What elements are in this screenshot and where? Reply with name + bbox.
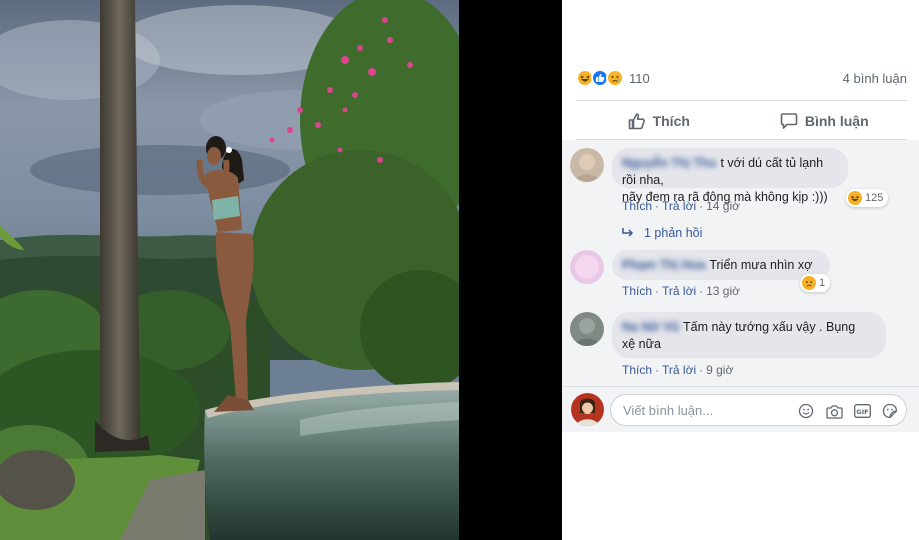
comment-text: Triển mưa nhìn xợ — [709, 258, 813, 272]
comment-meta: Thích · Trả lời · 9 giờ — [622, 363, 734, 377]
comment-bubble: Nguyễn Thị Thu t với dú cất tủ lạnh rồi n… — [612, 148, 848, 204]
sticker-icon[interactable] — [880, 401, 900, 421]
comment-composer: Viết bình luận... GIF — [562, 386, 919, 432]
photo-scene — [0, 0, 459, 540]
post-stats: 110 4 bình luận — [576, 68, 907, 90]
post-photo[interactable] — [0, 0, 459, 540]
divider — [576, 100, 907, 101]
comment-like-link[interactable]: Thích — [622, 199, 652, 213]
comment-bubble: Phạm Thị Hoa Triển mưa nhìn xợ — [612, 250, 830, 280]
reaction-summary[interactable]: 110 — [576, 68, 650, 88]
comment-reaction-count: 125 — [865, 192, 884, 204]
reaction-count: 110 — [629, 70, 650, 86]
comment-text-line-2: xệ nữa — [622, 337, 661, 351]
comment-reply-link[interactable]: Trả lời — [662, 199, 696, 213]
comment-like-link[interactable]: Thích — [622, 363, 652, 377]
comment-author[interactable]: Phạm Thị Hoa — [622, 258, 705, 272]
emoji-icon[interactable] — [796, 401, 816, 421]
comment-reaction-count: 1 — [819, 277, 826, 289]
comment-time[interactable]: 13 giờ — [706, 284, 740, 298]
comment-bubble: Na Nữ Vũ Tấm này tướng xấu vậy . Bụng xệ … — [612, 312, 886, 358]
commenter-avatar[interactable] — [570, 312, 604, 346]
comment-input[interactable]: Viết bình luận... GIF — [610, 394, 907, 426]
comment-button[interactable]: Bình luận — [742, 104, 908, 138]
commenter-avatar[interactable] — [570, 148, 604, 182]
comment-meta: Thích · Trả lời · 14 giờ — [622, 199, 740, 213]
current-user-avatar[interactable] — [571, 393, 604, 426]
comment-input-placeholder: Viết bình luận... — [623, 403, 714, 418]
commenter-avatar[interactable] — [570, 250, 604, 284]
svg-text:GIF: GIF — [856, 408, 868, 416]
comment-button-label: Bình luận — [804, 113, 869, 129]
black-gap — [459, 0, 562, 540]
comment-like-link[interactable]: Thích — [622, 284, 652, 298]
comment-author[interactable]: Na Nữ Vũ — [622, 320, 679, 334]
like-button[interactable]: Thích — [576, 104, 742, 138]
comment-time[interactable]: 9 giờ — [706, 363, 733, 377]
composer-tools: GIF — [788, 401, 900, 421]
comment-count[interactable]: 4 bình luận — [843, 71, 907, 86]
thumbs-up-icon — [628, 113, 645, 130]
comment-reaction-badge[interactable]: 1 — [800, 274, 831, 292]
comment-reply-link[interactable]: Trả lời — [662, 363, 696, 377]
comment-bubble-icon — [780, 113, 798, 129]
comment-meta: Thích · Trả lời · 13 giờ — [622, 284, 740, 298]
view-replies-link[interactable]: 1 phản hồi — [622, 226, 702, 240]
reply-arrow-icon — [622, 228, 634, 237]
comment-reaction-badge[interactable]: 125 — [846, 189, 889, 207]
sad-icon — [606, 69, 624, 87]
view-replies-label: 1 phản hồi — [644, 226, 703, 240]
sad-icon — [802, 276, 816, 290]
comments-panel: 110 4 bình luận Thích Bình luận Nguyễn T… — [562, 0, 919, 540]
camera-icon[interactable] — [824, 401, 844, 421]
comment-reply-link[interactable]: Trả lời — [662, 284, 696, 298]
post-actions: Thích Bình luận — [576, 104, 907, 138]
haha-icon — [848, 191, 862, 205]
comment-text-line-1: Tấm này tướng xấu vậy . Bụng — [682, 320, 856, 334]
like-button-label: Thích — [652, 113, 690, 129]
comment-author[interactable]: Nguyễn Thị Thu — [622, 156, 716, 170]
gif-icon[interactable]: GIF — [852, 401, 872, 421]
comment-time[interactable]: 14 giờ — [706, 199, 740, 213]
